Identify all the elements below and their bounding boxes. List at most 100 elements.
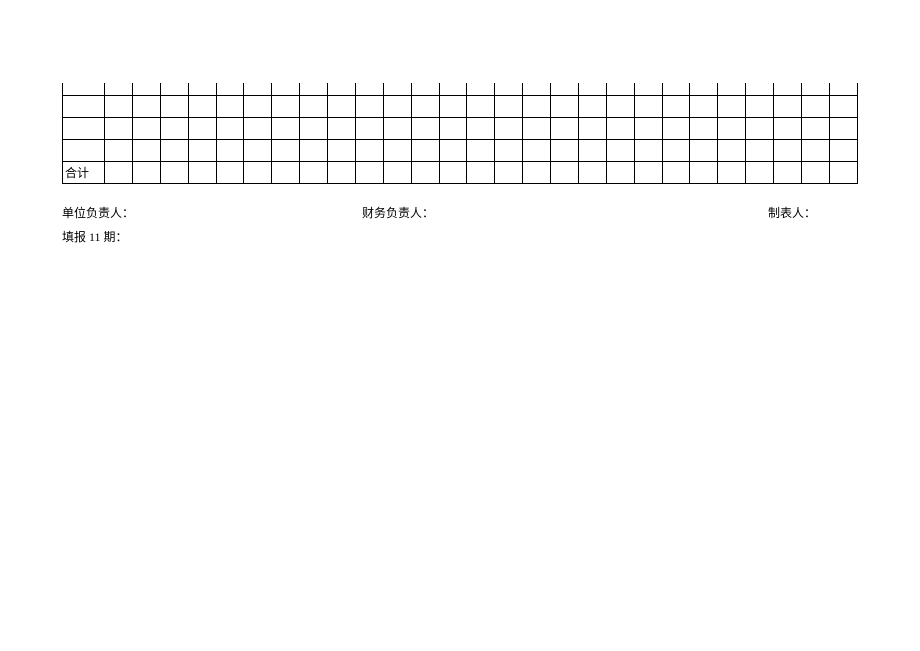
table-cell [746, 161, 774, 183]
table-cell [105, 139, 133, 161]
table-cell [467, 117, 495, 139]
table-cell [551, 117, 579, 139]
table-cell [662, 161, 690, 183]
table-cell [801, 95, 829, 117]
table-cell [801, 161, 829, 183]
table-cell [355, 95, 383, 117]
table-cell [439, 95, 467, 117]
table-cell [272, 117, 300, 139]
table-cell [634, 139, 662, 161]
table-cell [690, 139, 718, 161]
table-cell [188, 161, 216, 183]
table-cell [662, 117, 690, 139]
table-cell [718, 83, 746, 95]
table-cell [774, 161, 802, 183]
table-cell [132, 139, 160, 161]
table-cell [439, 83, 467, 95]
table-cell [383, 117, 411, 139]
table-cell [188, 83, 216, 95]
table-cell [690, 117, 718, 139]
table-cell [829, 139, 857, 161]
table-cell [801, 83, 829, 95]
table-cell [216, 139, 244, 161]
table-cell [328, 117, 356, 139]
table-cell [495, 161, 523, 183]
table-cell [300, 161, 328, 183]
table-cell [244, 95, 272, 117]
table-cell [355, 161, 383, 183]
unit-responsible-label: 单位负责人： [62, 204, 134, 221]
table-cell [718, 95, 746, 117]
table-cell [551, 83, 579, 95]
table-cell [718, 161, 746, 183]
table-cell [634, 95, 662, 117]
table-cell [328, 83, 356, 95]
finance-responsible-label: 财务负责人： [362, 204, 434, 221]
table-cell [244, 139, 272, 161]
table-cell [690, 161, 718, 183]
table-cell [495, 95, 523, 117]
table-cell [300, 139, 328, 161]
table-cell [383, 139, 411, 161]
table-cell [606, 83, 634, 95]
table-cell [495, 117, 523, 139]
table-cell [300, 117, 328, 139]
table-cell [718, 139, 746, 161]
table-cell [160, 161, 188, 183]
table-cell [188, 139, 216, 161]
table-cell [467, 95, 495, 117]
table-cell [634, 161, 662, 183]
table-cell [801, 117, 829, 139]
table-cell [690, 83, 718, 95]
table-cell [105, 95, 133, 117]
table-cell [160, 139, 188, 161]
report-period-line: 填报 11 期： [62, 228, 858, 245]
table-cell [578, 161, 606, 183]
table-cell [160, 95, 188, 117]
table-row [63, 83, 858, 95]
table-cell [244, 161, 272, 183]
table-cell [467, 83, 495, 95]
table-cell [467, 161, 495, 183]
table-row-total: 合计 [63, 161, 858, 183]
table-cell [300, 95, 328, 117]
table-cell [606, 117, 634, 139]
table-cell [132, 95, 160, 117]
table-cell [272, 83, 300, 95]
table-cell [523, 83, 551, 95]
table-cell [160, 83, 188, 95]
table-cell [523, 139, 551, 161]
table-cell [829, 117, 857, 139]
table-cell [606, 161, 634, 183]
data-table: 合计 [62, 83, 858, 184]
table-cell [188, 95, 216, 117]
table-cell [244, 83, 272, 95]
table-cell [467, 139, 495, 161]
table-row [63, 95, 858, 117]
table-cell [272, 161, 300, 183]
table-cell [216, 117, 244, 139]
table-cell [746, 139, 774, 161]
table-cell [495, 139, 523, 161]
table-cell [216, 83, 244, 95]
table-cell [523, 117, 551, 139]
table-cell [746, 95, 774, 117]
table-cell [132, 161, 160, 183]
table-cell [746, 117, 774, 139]
table-cell [774, 95, 802, 117]
table-cell [662, 139, 690, 161]
table-cell [105, 117, 133, 139]
table-cell [606, 95, 634, 117]
table-cell [606, 139, 634, 161]
table-cell [328, 139, 356, 161]
table-cell [662, 83, 690, 95]
table-cell [801, 139, 829, 161]
table-cell [551, 161, 579, 183]
table-cell [662, 95, 690, 117]
table-cell [578, 95, 606, 117]
table-row [63, 139, 858, 161]
table-cell [383, 83, 411, 95]
table-cell [63, 139, 105, 161]
table-cell [829, 95, 857, 117]
table-cell [439, 117, 467, 139]
